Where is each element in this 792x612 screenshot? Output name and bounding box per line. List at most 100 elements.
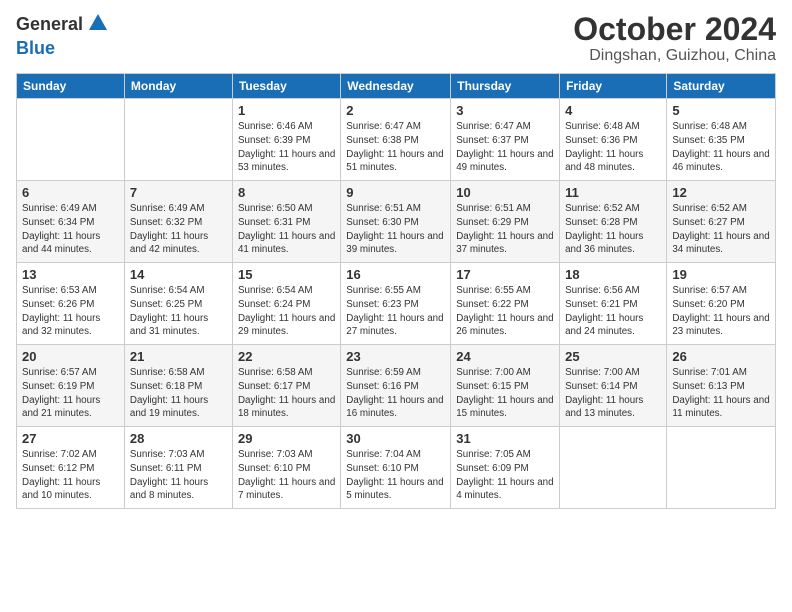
main-title: October 2024 — [573, 12, 776, 47]
day-info: Sunrise: 6:57 AMSunset: 6:19 PMDaylight:… — [22, 367, 100, 419]
logo-blue: Blue — [16, 39, 109, 59]
day-number: 11 — [565, 185, 661, 200]
table-row: 29 Sunrise: 7:03 AMSunset: 6:10 PMDaylig… — [232, 427, 340, 509]
table-row: 12 Sunrise: 6:52 AMSunset: 6:27 PMDaylig… — [667, 181, 776, 263]
page: General Blue October 2024 Dingshan, Guiz… — [0, 0, 792, 612]
subtitle: Dingshan, Guizhou, China — [573, 47, 776, 65]
day-info: Sunrise: 7:01 AMSunset: 6:13 PMDaylight:… — [672, 367, 769, 419]
day-number: 31 — [456, 431, 554, 446]
logo-icon — [87, 12, 109, 39]
day-number: 20 — [22, 349, 119, 364]
day-number: 13 — [22, 267, 119, 282]
table-row: 18 Sunrise: 6:56 AMSunset: 6:21 PMDaylig… — [560, 263, 667, 345]
header-thursday: Thursday — [451, 74, 560, 99]
header-tuesday: Tuesday — [232, 74, 340, 99]
table-row — [667, 427, 776, 509]
day-info: Sunrise: 7:05 AMSunset: 6:09 PMDaylight:… — [456, 449, 553, 501]
day-info: Sunrise: 7:03 AMSunset: 6:10 PMDaylight:… — [238, 449, 335, 501]
day-number: 29 — [238, 431, 335, 446]
day-info: Sunrise: 6:48 AMSunset: 6:35 PMDaylight:… — [672, 121, 769, 173]
day-number: 5 — [672, 103, 770, 118]
day-info: Sunrise: 6:52 AMSunset: 6:28 PMDaylight:… — [565, 203, 643, 255]
weekday-header-row: Sunday Monday Tuesday Wednesday Thursday… — [17, 74, 776, 99]
table-row — [124, 99, 232, 181]
day-number: 14 — [130, 267, 227, 282]
table-row: 13 Sunrise: 6:53 AMSunset: 6:26 PMDaylig… — [17, 263, 125, 345]
table-row: 28 Sunrise: 7:03 AMSunset: 6:11 PMDaylig… — [124, 427, 232, 509]
day-info: Sunrise: 6:46 AMSunset: 6:39 PMDaylight:… — [238, 121, 335, 173]
day-info: Sunrise: 6:54 AMSunset: 6:25 PMDaylight:… — [130, 285, 208, 337]
header-monday: Monday — [124, 74, 232, 99]
day-number: 17 — [456, 267, 554, 282]
day-number: 4 — [565, 103, 661, 118]
day-info: Sunrise: 6:49 AMSunset: 6:32 PMDaylight:… — [130, 203, 208, 255]
table-row: 9 Sunrise: 6:51 AMSunset: 6:30 PMDayligh… — [341, 181, 451, 263]
day-number: 7 — [130, 185, 227, 200]
table-row: 23 Sunrise: 6:59 AMSunset: 6:16 PMDaylig… — [341, 345, 451, 427]
day-number: 23 — [346, 349, 445, 364]
day-number: 12 — [672, 185, 770, 200]
table-row: 10 Sunrise: 6:51 AMSunset: 6:29 PMDaylig… — [451, 181, 560, 263]
table-row: 5 Sunrise: 6:48 AMSunset: 6:35 PMDayligh… — [667, 99, 776, 181]
table-row — [17, 99, 125, 181]
day-info: Sunrise: 6:54 AMSunset: 6:24 PMDaylight:… — [238, 285, 335, 337]
table-row: 17 Sunrise: 6:55 AMSunset: 6:22 PMDaylig… — [451, 263, 560, 345]
day-info: Sunrise: 7:03 AMSunset: 6:11 PMDaylight:… — [130, 449, 208, 501]
table-row: 7 Sunrise: 6:49 AMSunset: 6:32 PMDayligh… — [124, 181, 232, 263]
day-number: 15 — [238, 267, 335, 282]
calendar-week-row: 20 Sunrise: 6:57 AMSunset: 6:19 PMDaylig… — [17, 345, 776, 427]
day-info: Sunrise: 6:50 AMSunset: 6:31 PMDaylight:… — [238, 203, 335, 255]
table-row: 2 Sunrise: 6:47 AMSunset: 6:38 PMDayligh… — [341, 99, 451, 181]
day-info: Sunrise: 6:56 AMSunset: 6:21 PMDaylight:… — [565, 285, 643, 337]
day-number: 8 — [238, 185, 335, 200]
day-info: Sunrise: 7:00 AMSunset: 6:15 PMDaylight:… — [456, 367, 553, 419]
day-number: 27 — [22, 431, 119, 446]
table-row: 14 Sunrise: 6:54 AMSunset: 6:25 PMDaylig… — [124, 263, 232, 345]
day-number: 24 — [456, 349, 554, 364]
day-number: 3 — [456, 103, 554, 118]
day-info: Sunrise: 7:00 AMSunset: 6:14 PMDaylight:… — [565, 367, 643, 419]
table-row: 31 Sunrise: 7:05 AMSunset: 6:09 PMDaylig… — [451, 427, 560, 509]
day-info: Sunrise: 6:51 AMSunset: 6:30 PMDaylight:… — [346, 203, 443, 255]
table-row: 26 Sunrise: 7:01 AMSunset: 6:13 PMDaylig… — [667, 345, 776, 427]
table-row: 3 Sunrise: 6:47 AMSunset: 6:37 PMDayligh… — [451, 99, 560, 181]
day-info: Sunrise: 6:53 AMSunset: 6:26 PMDaylight:… — [22, 285, 100, 337]
table-row: 6 Sunrise: 6:49 AMSunset: 6:34 PMDayligh… — [17, 181, 125, 263]
day-number: 26 — [672, 349, 770, 364]
day-info: Sunrise: 7:02 AMSunset: 6:12 PMDaylight:… — [22, 449, 100, 501]
table-row: 20 Sunrise: 6:57 AMSunset: 6:19 PMDaylig… — [17, 345, 125, 427]
header: General Blue October 2024 Dingshan, Guiz… — [16, 12, 776, 65]
header-wednesday: Wednesday — [341, 74, 451, 99]
table-row: 21 Sunrise: 6:58 AMSunset: 6:18 PMDaylig… — [124, 345, 232, 427]
day-info: Sunrise: 6:55 AMSunset: 6:22 PMDaylight:… — [456, 285, 553, 337]
day-number: 21 — [130, 349, 227, 364]
calendar-week-row: 1 Sunrise: 6:46 AMSunset: 6:39 PMDayligh… — [17, 99, 776, 181]
table-row: 8 Sunrise: 6:50 AMSunset: 6:31 PMDayligh… — [232, 181, 340, 263]
table-row: 22 Sunrise: 6:58 AMSunset: 6:17 PMDaylig… — [232, 345, 340, 427]
day-info: Sunrise: 6:58 AMSunset: 6:17 PMDaylight:… — [238, 367, 335, 419]
day-number: 9 — [346, 185, 445, 200]
day-info: Sunrise: 6:55 AMSunset: 6:23 PMDaylight:… — [346, 285, 443, 337]
day-info: Sunrise: 6:59 AMSunset: 6:16 PMDaylight:… — [346, 367, 443, 419]
table-row: 25 Sunrise: 7:00 AMSunset: 6:14 PMDaylig… — [560, 345, 667, 427]
table-row: 4 Sunrise: 6:48 AMSunset: 6:36 PMDayligh… — [560, 99, 667, 181]
logo: General Blue — [16, 12, 109, 58]
calendar-week-row: 27 Sunrise: 7:02 AMSunset: 6:12 PMDaylig… — [17, 427, 776, 509]
title-area: October 2024 Dingshan, Guizhou, China — [573, 12, 776, 65]
day-info: Sunrise: 6:58 AMSunset: 6:18 PMDaylight:… — [130, 367, 208, 419]
table-row: 30 Sunrise: 7:04 AMSunset: 6:10 PMDaylig… — [341, 427, 451, 509]
calendar-week-row: 13 Sunrise: 6:53 AMSunset: 6:26 PMDaylig… — [17, 263, 776, 345]
day-number: 10 — [456, 185, 554, 200]
table-row: 24 Sunrise: 7:00 AMSunset: 6:15 PMDaylig… — [451, 345, 560, 427]
table-row: 16 Sunrise: 6:55 AMSunset: 6:23 PMDaylig… — [341, 263, 451, 345]
table-row: 19 Sunrise: 6:57 AMSunset: 6:20 PMDaylig… — [667, 263, 776, 345]
table-row: 11 Sunrise: 6:52 AMSunset: 6:28 PMDaylig… — [560, 181, 667, 263]
day-info: Sunrise: 6:47 AMSunset: 6:37 PMDaylight:… — [456, 121, 553, 173]
day-number: 2 — [346, 103, 445, 118]
header-sunday: Sunday — [17, 74, 125, 99]
calendar-table: Sunday Monday Tuesday Wednesday Thursday… — [16, 73, 776, 509]
day-number: 30 — [346, 431, 445, 446]
day-number: 19 — [672, 267, 770, 282]
table-row: 15 Sunrise: 6:54 AMSunset: 6:24 PMDaylig… — [232, 263, 340, 345]
logo-general: General — [16, 15, 83, 35]
